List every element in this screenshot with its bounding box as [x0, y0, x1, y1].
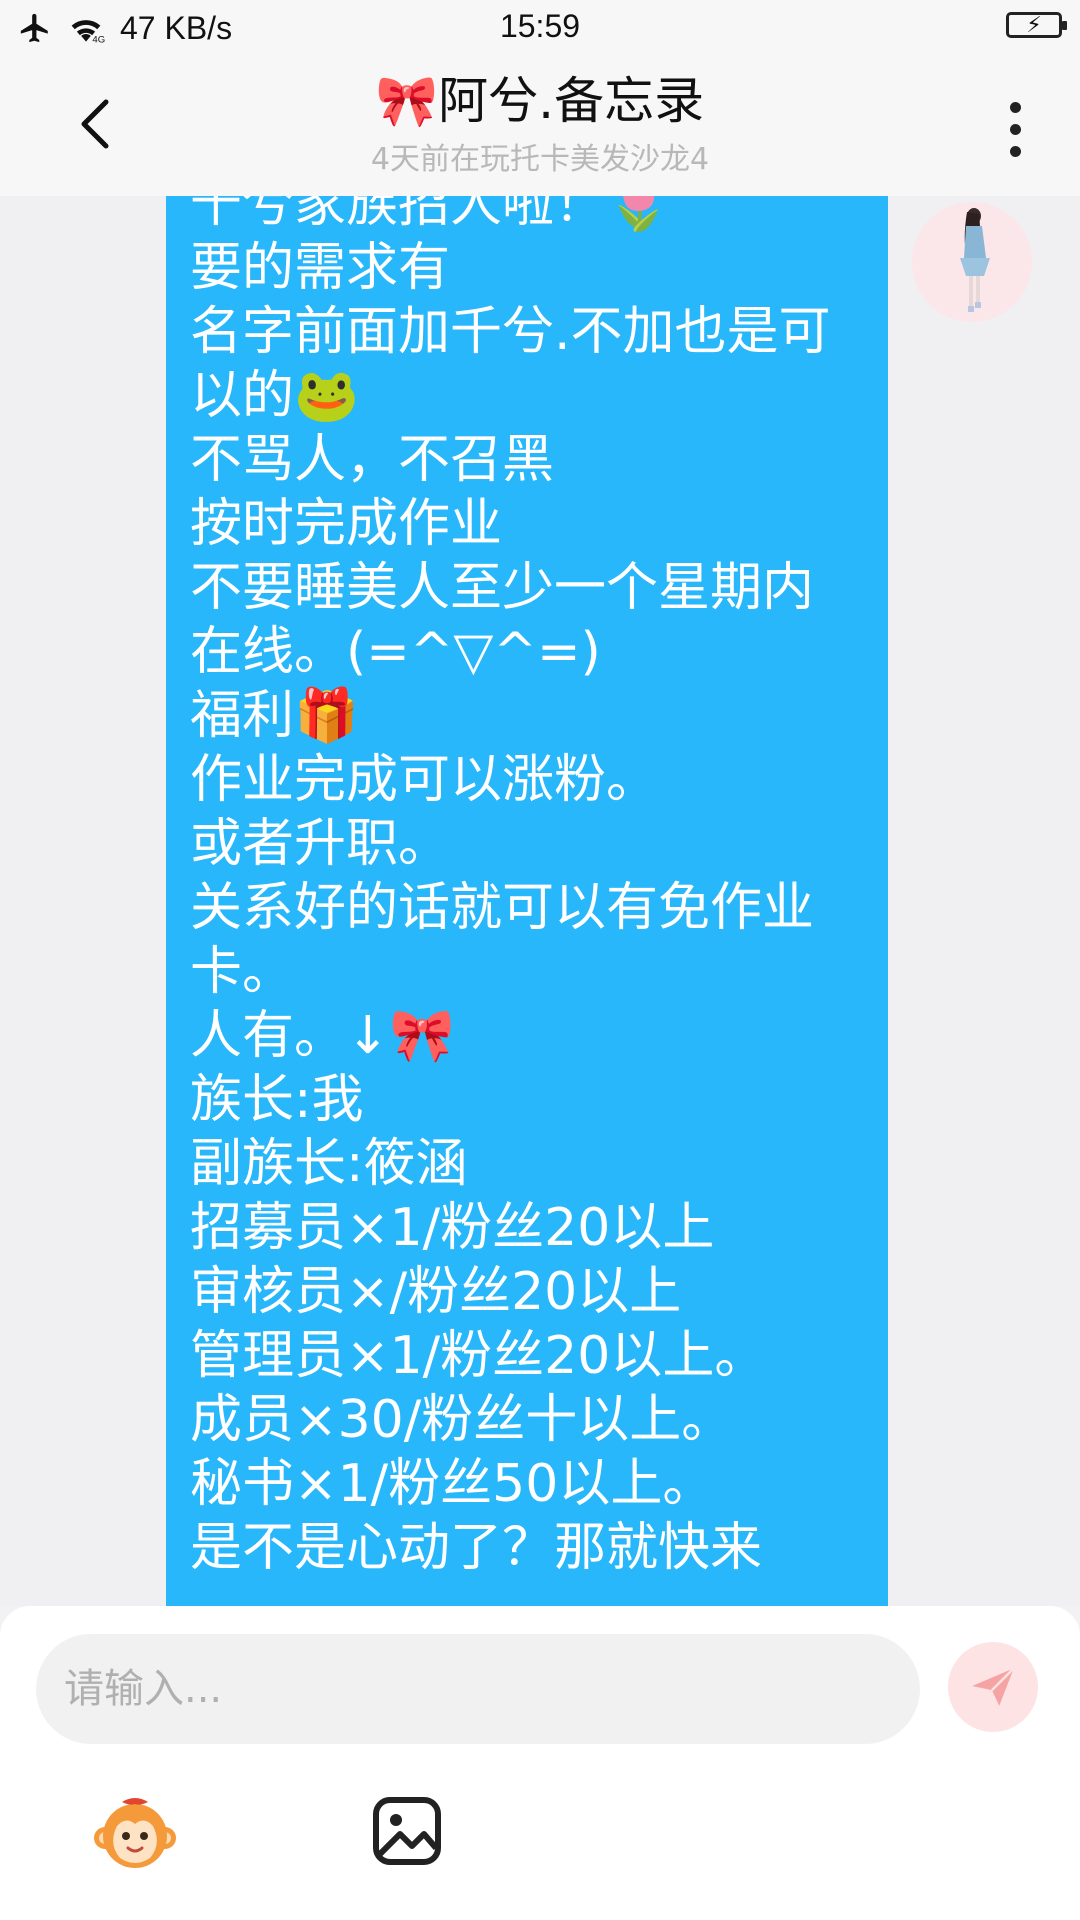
message-text: 千兮家族招人啦！🌷 要的需求有 名字前面加千兮.不加也是可以的🐸 不骂人，不召黑…	[190, 196, 831, 1578]
emoji-button[interactable]	[92, 1792, 178, 1878]
battery-charging-icon: ⚡	[1006, 12, 1067, 38]
image-icon	[373, 1797, 441, 1865]
avatar-girl-figure	[912, 202, 1032, 322]
status-time: 15:59	[499, 8, 581, 44]
message-bubble[interactable]: 千兮家族招人啦！🌷 要的需求有 名字前面加千兮.不加也是可以的🐸 不骂人，不召黑…	[166, 196, 888, 1606]
title-block: 🎀阿兮.备忘录 4天前在玩托卡美发沙龙4	[0, 66, 1080, 180]
chat-title: 🎀阿兮.备忘录	[375, 72, 705, 130]
paper-plane-icon	[972, 1667, 1015, 1706]
input-panel	[0, 1606, 1080, 1920]
status-right: ⚡	[1006, 12, 1067, 38]
chat-area[interactable]: 千兮家族招人啦！🌷 要的需求有 名字前面加千兮.不加也是可以的🐸 不骂人，不召黑…	[0, 196, 1080, 1606]
message-input[interactable]	[36, 1634, 920, 1744]
send-button[interactable]	[948, 1642, 1038, 1732]
chat-subtitle: 4天前在玩托卡美发沙龙4	[370, 142, 710, 177]
chat-header: 🎀阿兮.备忘录 4天前在玩托卡美发沙龙4	[0, 56, 1080, 196]
status-bar: 4G 47 KB/s 15:59 ⚡	[0, 0, 1080, 56]
more-options-button[interactable]	[984, 94, 1044, 164]
monkey-emoji-icon	[94, 1798, 176, 1868]
image-button[interactable]	[372, 1796, 442, 1866]
sender-avatar[interactable]	[912, 202, 1032, 322]
